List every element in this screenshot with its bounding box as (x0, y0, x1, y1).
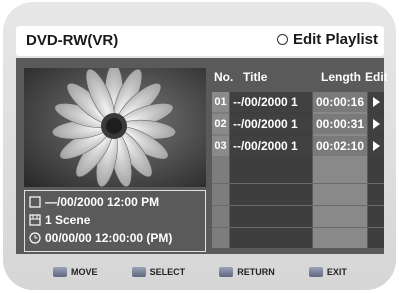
info-time: 00/00/00 12:00:00 (PM) (45, 231, 173, 245)
hint-select: SELECT (131, 267, 186, 277)
row-number: 03 (212, 136, 229, 156)
hint-move: MOVE (53, 267, 98, 277)
row-title: --/00/2000 1 (230, 114, 312, 134)
move-key-icon (53, 267, 68, 277)
row-title: --/00/2000 1 (230, 136, 312, 156)
info-scenes: 1 Scene (45, 213, 91, 227)
info-date: —/00/2000 12:00 PM (45, 195, 160, 209)
play-arrow-icon (373, 119, 380, 129)
clock-icon (29, 232, 41, 244)
screen-title: Edit Playlist (292, 31, 378, 48)
hint-return: RETURN (219, 267, 275, 277)
hint-exit: EXIT (308, 267, 347, 277)
empty-row-divider (212, 205, 384, 206)
date-icon (29, 196, 41, 208)
recording-info-box: —/00/2000 12:00 PM 1 Scene 00/00/00 12:0… (24, 190, 206, 252)
header-bar: DVD-RW(VR) Edit Playlist (16, 26, 384, 56)
header-title: Title (243, 70, 268, 84)
exit-key-icon (308, 267, 323, 277)
row-length: 00:02:10 (313, 136, 367, 156)
row-number: 02 (212, 114, 229, 134)
info-scenes-row: 1 Scene (29, 213, 90, 227)
screen-title-group: Edit Playlist (276, 31, 378, 48)
circle-icon (276, 34, 288, 45)
empty-row-divider (212, 183, 384, 184)
edit-button[interactable] (368, 92, 384, 112)
flower-image (24, 68, 206, 187)
play-arrow-icon (373, 97, 380, 107)
main-panel: —/00/2000 12:00 PM 1 Scene 00/00/00 12:0… (16, 58, 388, 254)
select-key-icon (131, 267, 146, 277)
row-length: 00:00:31 (313, 114, 367, 134)
row-title: --/00/2000 1 (230, 92, 312, 112)
edit-button[interactable] (368, 114, 384, 134)
scene-icon (29, 214, 41, 226)
play-arrow-icon (373, 141, 380, 151)
empty-row-divider (212, 227, 384, 228)
hint-move-label: MOVE (71, 267, 98, 277)
hint-select-label: SELECT (149, 267, 186, 277)
playlist-row[interactable]: 02 --/00/2000 1 00:00:31 (212, 114, 384, 134)
playlist-row[interactable]: 01 --/00/2000 1 00:00:16 (212, 92, 384, 112)
edit-button[interactable] (368, 136, 384, 156)
return-key-icon (219, 267, 234, 277)
footer-hints: MOVE SELECT RETURN EXIT (16, 258, 384, 286)
info-date-row: —/00/2000 12:00 PM (29, 195, 159, 209)
playlist-row[interactable]: 03 --/00/2000 1 00:02:10 (212, 136, 384, 156)
video-thumbnail (24, 68, 206, 187)
header-length: Length (321, 70, 361, 84)
row-length: 00:00:16 (313, 92, 367, 112)
info-time-row: 00/00/00 12:00:00 (PM) (29, 231, 172, 245)
row-number: 01 (212, 92, 229, 112)
header-edit: Edit (365, 70, 388, 84)
hint-return-label: RETURN (237, 267, 275, 277)
device-label: DVD-RW(VR) (26, 32, 119, 49)
header-no: No. (214, 70, 234, 84)
hint-exit-label: EXIT (326, 267, 347, 277)
